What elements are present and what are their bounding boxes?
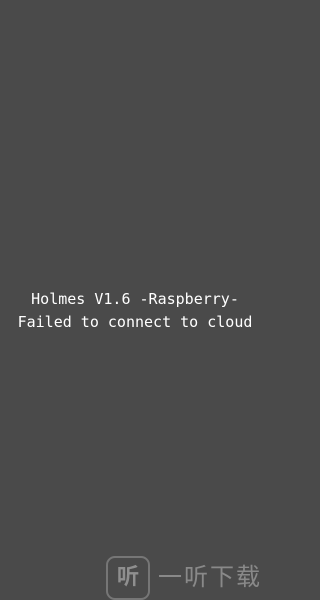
watermark-text: 一听下载 bbox=[158, 563, 262, 591]
app-screen: Holmes V1.6 -Raspberry- Failed to connec… bbox=[0, 0, 270, 600]
connection-error-text: Failed to connect to cloud bbox=[17, 313, 253, 331]
status-message: Holmes V1.6 -Raspberry- Failed to connec… bbox=[0, 288, 270, 334]
watermark: 听 一听下载 bbox=[106, 556, 270, 600]
watermark-logo-icon: 听 bbox=[106, 556, 150, 600]
app-version-title: Holmes V1.6 -Raspberry- bbox=[31, 290, 239, 308]
watermark-logo-glyph: 听 bbox=[116, 565, 139, 590]
